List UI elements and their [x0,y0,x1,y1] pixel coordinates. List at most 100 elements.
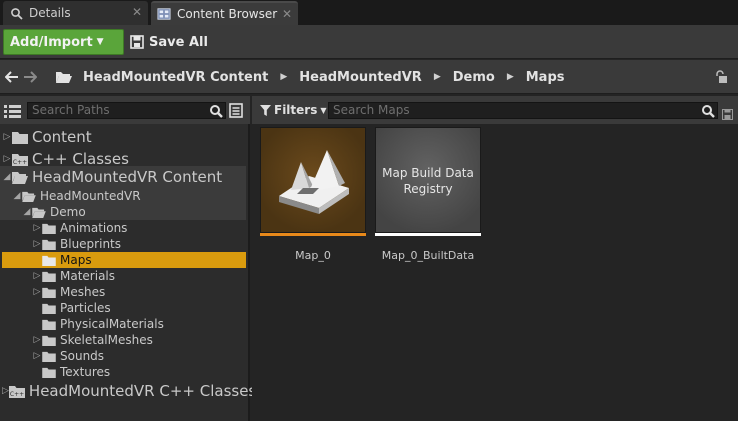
breadcrumb-item[interactable]: Demo [453,70,495,85]
tree-item-headmountedvr[interactable]: ◢ HeadMountedVR [0,188,246,204]
sources-panel: Search Paths ▷ Content ▷ C++ C++ Classes [0,96,256,421]
tree-item-label: HeadMountedVR Content [32,168,223,186]
expanded-arrow-icon[interactable]: ◢ [12,191,22,201]
search-maps-input[interactable]: Search Maps [328,102,718,119]
content-browser-icon [157,7,171,21]
tab-bar: Details ✕ Content Browser ✕ [0,0,738,25]
breadcrumb-separator-icon[interactable]: ▶ [434,72,441,82]
asset-thumbnail: Map Build Data Registry [375,127,481,233]
folder-icon [42,239,56,250]
save-search-icon[interactable] [722,105,733,124]
back-arrow-icon[interactable] [4,69,20,85]
expand-arrow-icon[interactable]: ▷ [32,223,42,233]
expanded-arrow-icon[interactable]: ◢ [22,207,32,217]
asset-type-bar [260,233,366,236]
search-icon [210,105,223,118]
expand-arrow-icon[interactable]: ▷ [2,132,12,142]
tree-item-headmountedvr-content[interactable]: ◢ HeadMountedVR Content [0,166,246,188]
save-icon [130,35,144,49]
tree-item-label: PhysicalMaterials [60,317,164,331]
folder-icon [42,351,56,362]
folder-icon [12,131,28,144]
folder-open-icon [22,191,36,202]
tree-item-maps[interactable]: Maps [2,252,246,268]
close-icon[interactable]: ✕ [132,5,142,19]
tree-item-label: Demo [50,205,86,219]
lock-icon[interactable] [714,69,728,88]
svg-text:C++: C++ [10,391,24,398]
tree-item-textures[interactable]: Textures [0,364,246,380]
breadcrumb-item[interactable]: HeadMountedVR Content [83,70,268,85]
tree-item-animations[interactable]: ▷ Animations [0,220,246,236]
asset-tile-map[interactable]: Map_0 [260,127,366,262]
expand-arrow-icon[interactable]: ▷ [32,239,42,249]
asset-type-text: Map Build Data Registry [382,166,474,196]
expand-arrow-icon[interactable]: ▷ [32,287,42,297]
asset-thumbnail [260,127,366,233]
folder-icon [42,271,56,282]
add-import-button[interactable]: Add/Import ▼ [3,29,124,55]
search-paths-input[interactable]: Search Paths [27,102,226,119]
breadcrumb: HeadMountedVR Content ▶ HeadMountedVR ▶ … [55,68,565,86]
tree-item-materials[interactable]: ▷ Materials [0,268,246,284]
asset-type-bar [375,233,481,236]
expand-arrow-icon[interactable]: ▷ [2,154,12,164]
breadcrumb-separator-icon[interactable]: ▶ [280,72,287,82]
expand-arrow-icon[interactable]: ▷ [2,386,9,396]
folder-open-icon [12,171,28,184]
asset-name: Map_0 [295,249,331,262]
sources-toggle-icon[interactable] [4,103,22,122]
tree-item-demo[interactable]: ◢ Demo [0,204,246,220]
search-paths-placeholder: Search Paths [32,103,110,117]
folder-icon [42,223,56,234]
tree-item-label: Content [32,128,92,146]
asset-name: Map_0_BuiltData [381,249,475,262]
tree-item-blueprints[interactable]: ▷ Blueprints [0,236,246,252]
search-icon [702,105,715,118]
tab-label: Details [29,6,71,20]
view-options-icon[interactable] [229,103,243,122]
tree-item-meshes[interactable]: ▷ Meshes [0,284,246,300]
filters-button[interactable]: Filters ▼ [260,103,327,117]
close-icon[interactable]: ✕ [282,7,292,21]
tab-content-browser[interactable]: Content Browser ✕ [151,1,298,25]
sources-search-bar: Search Paths [0,96,250,124]
navigation-bar: HeadMountedVR Content ▶ HeadMountedVR ▶ … [0,60,738,94]
search-maps-placeholder: Search Maps [333,103,410,117]
tree-item-headmountedvr-cpp-classes[interactable]: ▷ C++ HeadMountedVR C++ Classes [0,380,256,402]
chevron-down-icon: ▼ [96,37,104,47]
toolbar: Add/Import ▼ Save All [0,25,738,59]
tree-item-label: HeadMountedVR [40,189,141,203]
expand-arrow-icon[interactable]: ▷ [32,351,42,361]
content-browser-window: Details ✕ Content Browser ✕ Add/Import ▼… [0,0,738,421]
forward-arrow-icon[interactable] [22,69,38,85]
save-all-button[interactable]: Save All [130,29,208,55]
tab-label: Content Browser [177,7,278,21]
filters-label: Filters [274,103,318,117]
folder-icon [42,303,56,314]
folder-open-icon [55,70,73,84]
breadcrumb-item[interactable]: Maps [526,70,565,85]
tree-item-label: Blueprints [60,237,122,251]
expand-arrow-icon[interactable]: ▷ [32,271,42,281]
save-all-label: Save All [149,34,208,50]
tree-item-label: Maps [60,253,92,267]
expand-arrow-icon[interactable]: ▷ [32,335,42,345]
expanded-arrow-icon[interactable]: ◢ [2,172,12,182]
tree-item-particles[interactable]: Particles [0,300,246,316]
asset-view-panel: Filters ▼ Search Maps Map_0 Map Build Da… [252,96,738,421]
tree-item-content[interactable]: ▷ Content [0,126,248,148]
search-icon [9,6,23,20]
chevron-down-icon: ▼ [320,105,327,115]
tree-item-skeletalmeshes[interactable]: ▷ SkeletalMeshes [0,332,246,348]
tree-item-physicalmaterials[interactable]: PhysicalMaterials [0,316,246,332]
breadcrumb-separator-icon[interactable]: ▶ [507,72,514,82]
folder-icon [42,319,56,330]
asset-tile-map-built-data[interactable]: Map Build Data Registry Map_0_BuiltData [375,127,481,262]
breadcrumb-item[interactable]: HeadMountedVR [299,70,422,85]
tree-item-sounds[interactable]: ▷ Sounds [0,348,246,364]
tab-details[interactable]: Details ✕ [3,1,148,25]
folder-icon [42,367,56,378]
tree-item-label: Sounds [60,349,105,363]
asset-filter-bar: Filters ▼ Search Maps [252,96,738,124]
